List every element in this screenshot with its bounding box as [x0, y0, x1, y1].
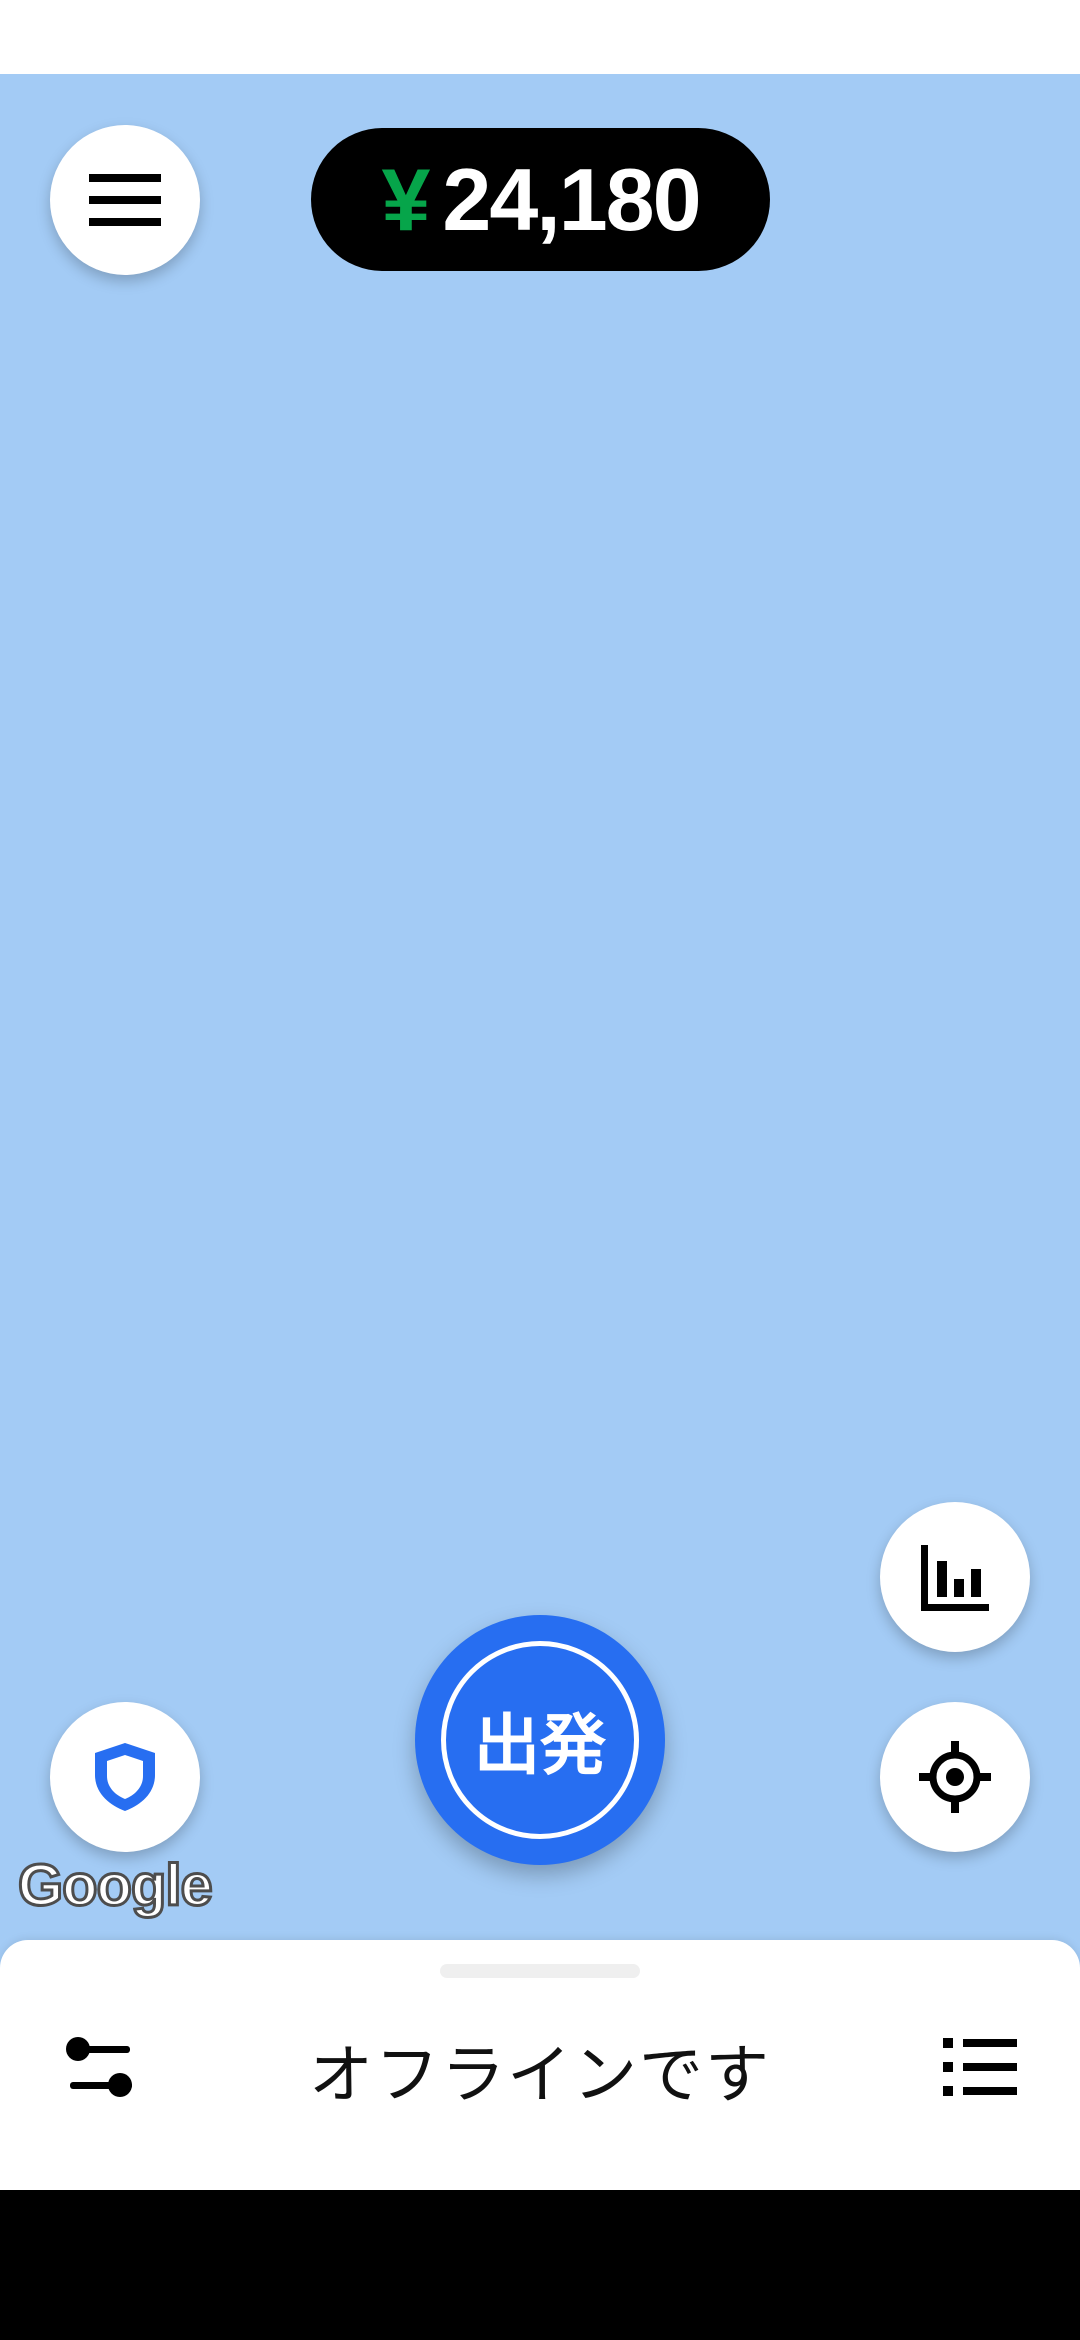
hamburger-menu-icon — [89, 174, 161, 226]
status-bar — [0, 0, 1080, 74]
sheet-drag-handle[interactable] — [440, 1964, 640, 1978]
earnings-amount: 24,180 — [442, 149, 701, 249]
earnings-pill[interactable]: ¥ 24,180 — [311, 128, 770, 271]
go-button-label: 出発 — [474, 1707, 606, 1784]
go-online-button[interactable]: 出発 — [415, 1615, 665, 1865]
list-icon — [943, 2038, 1017, 2096]
bottom-sheet[interactable]: オフラインです — [0, 1940, 1080, 2190]
bar-chart-icon — [921, 1545, 989, 1611]
preferences-button[interactable] — [55, 2022, 145, 2112]
earnings-stats-button[interactable] — [880, 1502, 1030, 1652]
sliders-icon — [66, 2037, 132, 2097]
google-attribution: Google — [17, 1852, 215, 1920]
opportunities-list-button[interactable] — [935, 2022, 1025, 2112]
online-status-text: オフラインです — [309, 2039, 771, 2113]
locate-me-button[interactable] — [880, 1702, 1030, 1852]
crosshair-icon — [919, 1741, 991, 1813]
go-button-ring: 出発 — [441, 1641, 639, 1839]
system-navigation-bar — [0, 2190, 1080, 2340]
menu-button[interactable] — [50, 125, 200, 275]
currency-symbol: ¥ — [381, 149, 430, 249]
safety-toolkit-button[interactable] — [50, 1702, 200, 1852]
shield-icon — [95, 1743, 155, 1811]
